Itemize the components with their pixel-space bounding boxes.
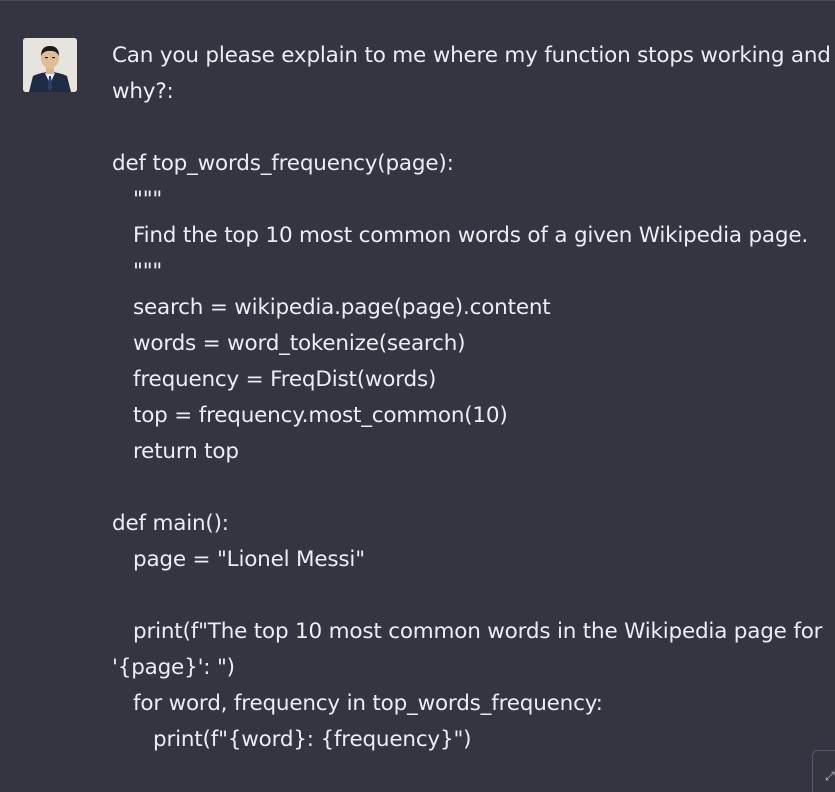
code-line: '{page}': ") — [112, 655, 235, 680]
top-divider — [0, 0, 835, 1]
expand-icon: ⤢ — [825, 769, 835, 783]
code-line: search = wikipedia.page(page).content — [133, 295, 551, 320]
message-line: why?: — [112, 79, 174, 104]
user-message: Can you please explain to me where my fu… — [112, 38, 832, 758]
code-line: top = frequency.most_common(10) — [133, 403, 508, 428]
code-line: return top — [133, 439, 239, 464]
code-line: page = "Lionel Messi" — [133, 547, 365, 572]
code-line: words = word_tokenize(search) — [133, 331, 466, 356]
code-line: for word, frequency in top_words_frequen… — [133, 691, 603, 716]
message-line — [112, 110, 832, 146]
expand-button[interactable]: ⤢ — [812, 750, 835, 792]
code-line: def main(): — [112, 511, 229, 536]
code-line: def top_words_frequency(page): — [112, 151, 454, 176]
code-line: """ — [133, 259, 163, 284]
code-line: print(f"The top 10 most common words in … — [133, 619, 823, 644]
code-line: """ — [133, 187, 163, 212]
message-line: Can you please explain to me where my fu… — [112, 43, 831, 68]
code-line: Find the top 10 most common words of a g… — [133, 223, 809, 248]
user-avatar — [23, 38, 77, 92]
code-line: print(f"{word}: {frequency}") — [153, 727, 472, 752]
code-line: frequency = FreqDist(words) — [133, 367, 437, 392]
